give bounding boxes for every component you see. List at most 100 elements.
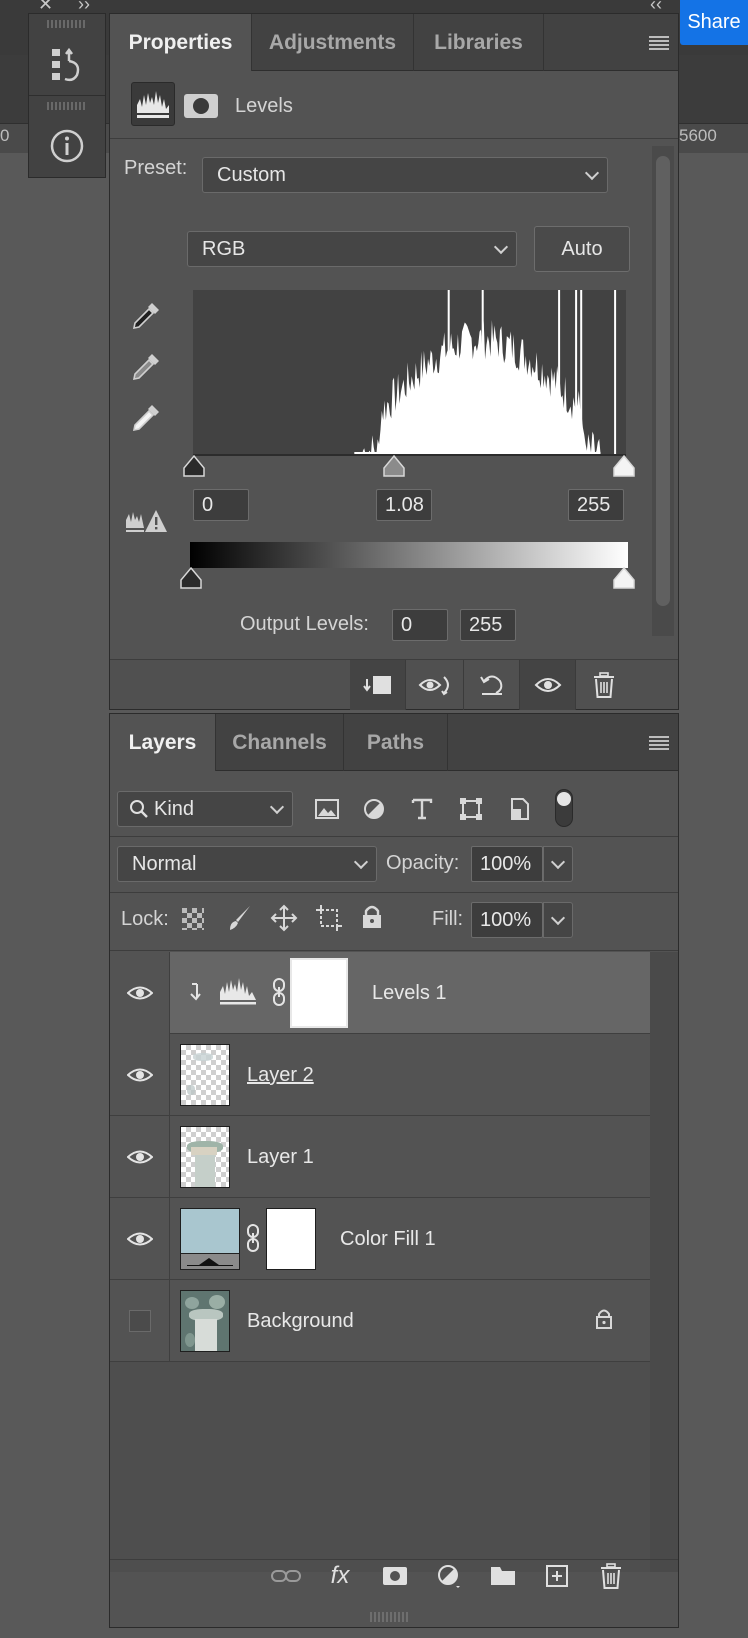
layer-row-layer-2[interactable]: Layer 2 (110, 1034, 650, 1116)
layer-row-layer-1[interactable]: Layer 1 (110, 1116, 650, 1198)
new-group-folder-icon[interactable] (485, 1558, 521, 1594)
filter-adjustment-icon[interactable] (363, 798, 385, 825)
lock-position-icon[interactable] (270, 904, 298, 937)
input-gamma-slider[interactable] (382, 454, 406, 483)
visibility-toggle[interactable] (110, 952, 170, 1034)
output-white-field[interactable]: 255 (460, 609, 516, 641)
mask-icon[interactable] (184, 94, 218, 118)
layer-thumbnail[interactable] (180, 1044, 230, 1106)
toggle-visibility-icon[interactable] (520, 660, 576, 710)
filter-type-icon[interactable] (411, 797, 433, 826)
layer-row-levels-1[interactable]: Levels 1 (110, 952, 650, 1034)
preset-label: Preset: (124, 157, 188, 179)
search-icon (130, 800, 148, 818)
tab-properties[interactable]: Properties (110, 14, 252, 71)
layer-row-background[interactable]: Background (110, 1280, 650, 1362)
channel-dropdown[interactable]: RGB (187, 231, 517, 267)
output-black-slider[interactable] (179, 566, 203, 595)
filter-shape-icon[interactable] (459, 797, 483, 826)
visibility-toggle[interactable] (110, 1198, 170, 1280)
lock-all-icon[interactable] (361, 904, 383, 935)
lock-transparent-pixels-icon[interactable] (182, 908, 204, 930)
delete-adjustment-icon[interactable] (576, 660, 632, 710)
layer-style-fx-icon[interactable]: fx (322, 1558, 358, 1594)
layer-name[interactable]: Color Fill 1 (340, 1228, 436, 1251)
output-black-field[interactable]: 0 (392, 609, 448, 641)
tab-libraries[interactable]: Libraries (414, 14, 544, 71)
scrollbar-track[interactable] (652, 146, 674, 636)
auto-button[interactable]: Auto (534, 226, 630, 272)
layers-scrollbar[interactable] (650, 952, 678, 1572)
view-previous-state-icon[interactable] (408, 660, 464, 710)
black-point-eyedropper-icon[interactable] (130, 300, 162, 337)
layer-mask-thumbnail[interactable] (290, 958, 348, 1028)
properties-action-bar (110, 659, 678, 710)
properties-tab-bar: Properties Adjustments Libraries (110, 14, 678, 71)
white-point-eyedropper-icon[interactable] (130, 402, 162, 439)
add-mask-icon[interactable] (377, 1558, 413, 1594)
input-white-field[interactable]: 255 (568, 489, 624, 521)
layer-row-color-fill-1[interactable]: Color Fill 1 (110, 1198, 650, 1280)
input-white-slider[interactable] (612, 454, 636, 483)
opacity-dropdown-button[interactable] (543, 846, 573, 882)
scrollbar-thumb[interactable] (656, 156, 670, 606)
visibility-toggle[interactable] (110, 1280, 170, 1362)
grip-handle-2[interactable] (47, 102, 87, 110)
layer-name[interactable]: Layer 1 (247, 1146, 314, 1169)
tab-channels[interactable]: Channels (216, 714, 344, 771)
new-adjustment-layer-icon[interactable] (431, 1558, 467, 1594)
histogram-peak (575, 290, 578, 454)
filter-toggle-switch[interactable] (555, 789, 573, 827)
output-white-slider[interactable] (612, 566, 636, 595)
link-icon[interactable] (246, 1223, 260, 1258)
chevron-down-icon (550, 854, 566, 870)
layer-name[interactable]: Background (247, 1310, 354, 1333)
fill-dropdown-button[interactable] (543, 902, 573, 938)
fill-color-thumbnail[interactable] (180, 1208, 240, 1270)
channel-value: RGB (202, 237, 246, 260)
filter-pixel-icon[interactable] (315, 798, 339, 825)
layer-thumbnail[interactable] (180, 1290, 230, 1352)
layer-name[interactable]: Levels 1 (372, 982, 447, 1005)
layer-mask-thumbnail[interactable] (266, 1208, 316, 1270)
visibility-empty-box (128, 1310, 151, 1332)
info-icon[interactable] (29, 116, 105, 176)
link-layers-icon[interactable] (268, 1558, 304, 1594)
tab-paths[interactable]: Paths (344, 714, 448, 771)
visibility-toggle[interactable] (110, 1034, 170, 1116)
opacity-label: Opacity: (386, 852, 460, 874)
grip-handle[interactable] (47, 20, 87, 28)
lock-image-pixels-icon[interactable] (226, 904, 254, 937)
filter-kind-dropdown[interactable]: Kind (117, 791, 293, 827)
layer-lock-icon[interactable] (595, 1308, 613, 1335)
share-button[interactable]: Share (680, 0, 748, 45)
clipping-warning-icon[interactable] (124, 506, 168, 541)
fill-field[interactable]: 100% (471, 902, 543, 938)
panel-menu-icon[interactable] (649, 36, 669, 50)
delete-layer-icon[interactable] (593, 1558, 629, 1594)
levels-adjustment-icon[interactable] (131, 82, 175, 126)
layer-thumbnail[interactable] (180, 1126, 230, 1188)
ruler-label-right: 5600 (679, 126, 717, 145)
visibility-toggle[interactable] (110, 1116, 170, 1198)
gray-point-eyedropper-icon[interactable] (130, 351, 162, 388)
blend-mode-dropdown[interactable]: Normal (117, 846, 377, 882)
input-black-slider[interactable] (182, 454, 206, 483)
link-icon[interactable] (272, 977, 286, 1012)
preset-dropdown[interactable]: Custom (202, 157, 608, 193)
input-black-field[interactable]: 0 (193, 489, 249, 521)
input-gamma-field[interactable]: 1.08 (376, 489, 432, 521)
filter-smart-object-icon[interactable] (509, 797, 531, 826)
layers-panel-menu-icon[interactable] (649, 736, 669, 750)
panel-resize-grip[interactable] (370, 1612, 410, 1622)
tab-layers[interactable]: Layers (110, 714, 216, 771)
divider (110, 836, 678, 837)
lock-artboard-icon[interactable] (315, 904, 343, 937)
history-icon[interactable] (29, 34, 105, 96)
clip-to-layer-button[interactable] (350, 660, 406, 710)
new-layer-icon[interactable] (539, 1558, 575, 1594)
tab-adjustments[interactable]: Adjustments (252, 14, 414, 71)
layer-name[interactable]: Layer 2 (247, 1064, 314, 1087)
reset-icon[interactable] (464, 660, 520, 710)
opacity-field[interactable]: 100% (471, 846, 543, 882)
